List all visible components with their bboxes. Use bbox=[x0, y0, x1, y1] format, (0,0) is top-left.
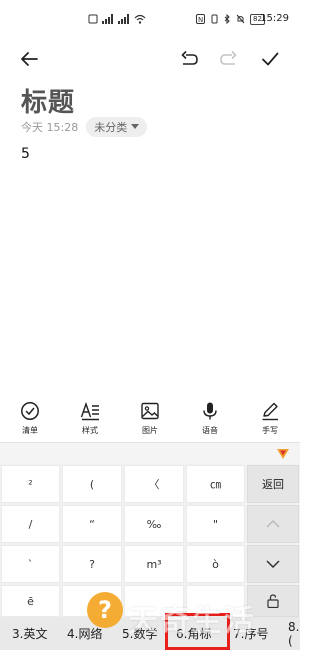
key[interactable]: ? bbox=[62, 545, 122, 583]
text-style-icon bbox=[80, 401, 99, 421]
back-key[interactable]: 返回 bbox=[247, 465, 299, 503]
format-bar: 清单 样式 图片 语音 手写 bbox=[0, 396, 300, 442]
scroll-up-key[interactable] bbox=[247, 505, 299, 543]
key[interactable]: ò bbox=[186, 545, 245, 583]
handwriting-button[interactable]: 手写 bbox=[250, 396, 290, 442]
caret-down-icon bbox=[131, 124, 140, 129]
sim-card-icon bbox=[88, 14, 98, 24]
checklist-button[interactable]: 清单 bbox=[10, 396, 50, 442]
note-date: 今天 15:28 bbox=[21, 121, 79, 134]
voice-button[interactable]: 语音 bbox=[190, 396, 230, 442]
svg-text:N: N bbox=[198, 16, 203, 24]
pen-icon bbox=[262, 402, 278, 421]
category-label: 未分类 bbox=[94, 121, 128, 134]
image-label: 图片 bbox=[142, 426, 158, 435]
key[interactable]: ㎝ bbox=[186, 465, 245, 503]
key[interactable]: ( bbox=[62, 465, 122, 503]
system-indicators: N 82 bbox=[196, 12, 265, 26]
key[interactable]: ē bbox=[1, 585, 60, 617]
key[interactable]: ` bbox=[1, 545, 60, 583]
checkmark-icon bbox=[262, 52, 279, 66]
checklist-icon bbox=[21, 402, 39, 420]
microphone-icon bbox=[203, 402, 217, 420]
note-meta: 今天 15:28 未分类 bbox=[21, 117, 148, 137]
watermark-text: 天奇生活 bbox=[128, 604, 256, 639]
handwriting-label: 手写 bbox=[262, 426, 278, 435]
mute-icon bbox=[236, 14, 245, 24]
key[interactable]: " bbox=[186, 505, 245, 543]
back-button[interactable] bbox=[18, 48, 40, 70]
category-dropdown[interactable]: 未分类 bbox=[86, 117, 148, 137]
done-button[interactable] bbox=[259, 48, 281, 70]
note-toolbar bbox=[0, 42, 300, 76]
status-bar: N 82 15:29 bbox=[0, 0, 300, 40]
key[interactable]: m³ bbox=[124, 545, 184, 583]
category-tab[interactable]: 8.( bbox=[288, 617, 300, 650]
category-tab[interactable]: 3.英文 bbox=[12, 617, 47, 650]
undo-button[interactable] bbox=[178, 48, 200, 70]
keyboard-top-strip bbox=[0, 442, 300, 465]
signal-icon-2 bbox=[118, 14, 129, 24]
key[interactable]: ‰ bbox=[124, 505, 184, 543]
key[interactable]: “ bbox=[62, 505, 122, 543]
note-body[interactable]: 5 bbox=[21, 146, 30, 162]
key[interactable]: 〈 bbox=[124, 465, 184, 503]
signal-icon bbox=[102, 14, 113, 24]
redo-button[interactable] bbox=[218, 48, 240, 70]
key[interactable]: / bbox=[1, 505, 60, 543]
scroll-down-key[interactable] bbox=[247, 545, 299, 583]
image-button[interactable]: 图片 bbox=[130, 396, 170, 442]
watermark-badge: ? bbox=[87, 592, 123, 628]
text-style-button[interactable]: 样式 bbox=[70, 396, 110, 442]
network-indicators bbox=[88, 12, 146, 26]
checklist-label: 清单 bbox=[22, 426, 38, 435]
vibrate-icon bbox=[211, 14, 218, 24]
key[interactable]: ² bbox=[1, 465, 60, 503]
chevron-down-icon bbox=[266, 560, 280, 568]
voice-label: 语音 bbox=[202, 426, 218, 435]
bluetooth-icon bbox=[224, 14, 230, 24]
image-icon bbox=[141, 402, 159, 420]
wifi-icon bbox=[134, 14, 146, 24]
undo-icon bbox=[181, 50, 198, 65]
chevron-up-icon bbox=[266, 520, 280, 528]
text-style-label: 样式 bbox=[82, 426, 98, 435]
keyboard-logo-icon[interactable] bbox=[276, 448, 290, 460]
arrow-left-icon bbox=[21, 52, 38, 66]
note-title[interactable]: 标题 bbox=[21, 82, 75, 119]
nfc-icon: N bbox=[196, 14, 205, 24]
clock: 15:29 bbox=[260, 13, 289, 24]
lock-icon bbox=[267, 594, 279, 608]
redo-icon bbox=[220, 50, 237, 65]
